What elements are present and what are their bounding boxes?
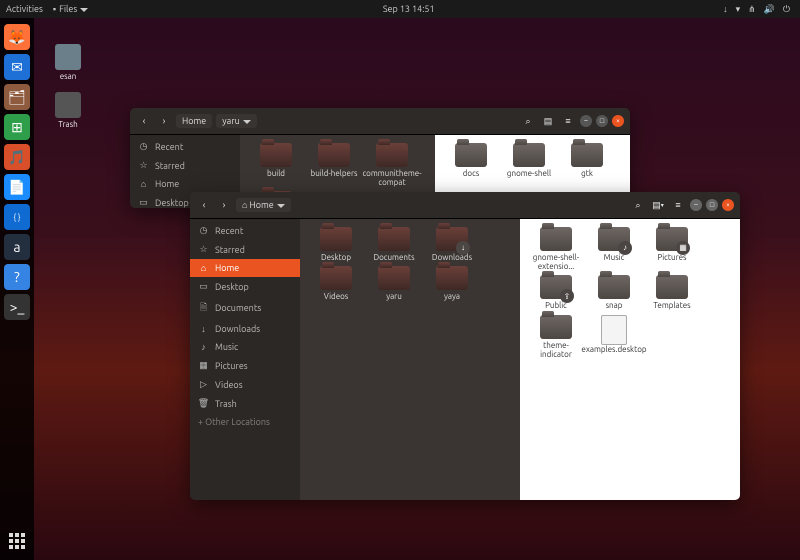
folder-item[interactable]: Videos	[308, 266, 364, 301]
search-icon[interactable]: ⌕	[520, 113, 536, 129]
folder-pane-light[interactable]: gnome-shell-extensio...♪Music▦Pictures ⇪P…	[520, 219, 740, 500]
hamburger-icon[interactable]: ≡	[560, 113, 576, 129]
maximize-button[interactable]: □	[596, 115, 608, 127]
folder-item[interactable]: communitheme-compat	[364, 143, 420, 187]
folder-item[interactable]: Desktop	[308, 227, 364, 262]
dock-app[interactable]: ✉	[4, 54, 30, 80]
sidebar-item[interactable]: ▷Videos	[190, 375, 300, 394]
clock-icon: ◷	[138, 141, 149, 152]
search-icon[interactable]: ⌕	[630, 197, 646, 213]
sidebar-item[interactable]: ☆Starred	[130, 156, 240, 175]
tray-icon[interactable]: ↓	[723, 4, 728, 14]
minimize-button[interactable]: –	[580, 115, 592, 127]
star-icon: ☆	[138, 160, 149, 171]
home-icon: ⌂	[138, 179, 149, 189]
desktop[interactable]: 🦊✉🗂⊞🎵📄{ }a?>_ esanTrash ‹ › Home yaru ⌕ …	[0, 18, 800, 560]
dock-app[interactable]: 📄	[4, 174, 30, 200]
tray-power-icon[interactable]: ⏻	[783, 4, 790, 15]
sidebar: ◷Recent☆Starred⌂Home▭Desktop🗎Documents↓D…	[190, 219, 300, 500]
folder-item[interactable]: ▦Pictures	[644, 227, 700, 271]
desk-icon: ▭	[138, 197, 149, 208]
back-button[interactable]: ‹	[196, 197, 212, 213]
show-apps-button[interactable]	[4, 528, 30, 554]
breadcrumb[interactable]: yaru	[216, 114, 257, 128]
hamburger-icon[interactable]: ≡	[670, 197, 686, 213]
app-menu[interactable]: ▪Files	[53, 4, 88, 14]
folder-item[interactable]: gnome-shell-extensio...	[528, 227, 584, 271]
sidebar-item[interactable]: ☆Starred	[190, 240, 300, 259]
folder-item[interactable]: ↓Downloads	[424, 227, 480, 262]
folder-item[interactable]: Documents	[366, 227, 422, 262]
doc-icon: 🗎	[198, 300, 209, 316]
tray-icon[interactable]: ▾	[736, 4, 741, 15]
clock[interactable]: Sep 13 14:51	[383, 4, 435, 14]
dock-app[interactable]: 🦊	[4, 24, 30, 50]
view-toggle-icon[interactable]: ▤	[540, 113, 556, 129]
star-icon: ☆	[198, 244, 209, 255]
sidebar-item[interactable]: ◷Recent	[190, 221, 300, 240]
home-icon: ⌂	[198, 263, 209, 273]
folder-item[interactable]: theme-indicator	[528, 315, 584, 359]
dock-app[interactable]: { }	[4, 204, 30, 230]
view-toggle-icon[interactable]: ▤▾	[650, 197, 666, 213]
dock-app[interactable]: 🗂	[4, 84, 30, 110]
dock-app[interactable]: a	[4, 234, 30, 260]
dock-app[interactable]: ?	[4, 264, 30, 290]
folder-pane-dark[interactable]: DesktopDocuments↓Downloads Videosyaruyaya	[300, 219, 520, 500]
sidebar-item[interactable]: ♪Music	[190, 338, 300, 356]
dock-app[interactable]: >_	[4, 294, 30, 320]
folder-item[interactable]: ⇪Public	[528, 275, 584, 310]
minimize-button[interactable]: –	[690, 199, 702, 211]
folder-item[interactable]: yaya	[424, 266, 480, 301]
desktop-icon[interactable]: Trash	[48, 92, 88, 129]
folder-item[interactable]: yaru	[366, 266, 422, 301]
files-window-front[interactable]: ‹ › ⌂ Home ⌕ ▤▾ ≡ –□ × ◷Recent☆Starred⌂Ho…	[190, 192, 740, 500]
sidebar-item[interactable]: ↓Downloads	[190, 320, 300, 338]
dock-app[interactable]: 🎵	[4, 144, 30, 170]
folder-item[interactable]: snap	[586, 275, 642, 310]
sidebar-item[interactable]: 🗑Trash	[190, 394, 300, 413]
folder-item[interactable]: Templates	[644, 275, 700, 310]
sidebar-item[interactable]: ◷Recent	[130, 137, 240, 156]
trash-icon: 🗑	[198, 398, 209, 409]
sidebar-item[interactable]: 🗎Documents	[190, 296, 300, 320]
maximize-button[interactable]: □	[706, 199, 718, 211]
sidebar-item[interactable]: ⌂Home	[190, 259, 300, 277]
top-bar: Activities ▪Files Sep 13 14:51 ↓ ▾ ⋔ 🔊 ⏻	[0, 0, 800, 18]
other-locations[interactable]: + Other Locations	[190, 413, 300, 431]
folder-item[interactable]: gtk	[559, 143, 615, 178]
tray-network-icon[interactable]: ⋔	[748, 4, 756, 15]
sidebar-item[interactable]: ▦Pictures	[190, 356, 300, 375]
forward-button[interactable]: ›	[156, 113, 172, 129]
vid-icon: ▷	[198, 379, 209, 390]
sidebar-item[interactable]: ▭Desktop	[190, 277, 300, 296]
dock: 🦊 ✉ 🗂 ⊞ 🎵 📄 { } a? >_	[0, 18, 34, 560]
tray-volume-icon[interactable]: 🔊	[764, 4, 775, 15]
folder-item[interactable]: ♪Music	[586, 227, 642, 271]
breadcrumb[interactable]: Home	[176, 114, 212, 128]
music-icon: ♪	[198, 342, 209, 352]
dock-app[interactable]: ⊞	[4, 114, 30, 140]
back-button[interactable]: ‹	[136, 113, 152, 129]
activities-button[interactable]: Activities	[6, 4, 43, 14]
folder-item[interactable]: build	[248, 143, 304, 187]
sidebar-item[interactable]: ⌂Home	[130, 175, 240, 193]
file-item[interactable]: examples.desktop	[586, 315, 642, 359]
clock-icon: ◷	[198, 225, 209, 236]
pic-icon: ▦	[198, 360, 209, 371]
desk-icon: ▭	[198, 281, 209, 292]
close-button[interactable]: ×	[722, 199, 734, 211]
desktop-icon[interactable]: esan	[48, 44, 88, 81]
close-button[interactable]: ×	[612, 115, 624, 127]
folder-item[interactable]: build-helpers	[306, 143, 362, 187]
folder-item[interactable]: gnome-shell	[501, 143, 557, 178]
breadcrumb[interactable]: ⌂ Home	[236, 198, 291, 212]
folder-item[interactable]: docs	[443, 143, 499, 178]
down-icon: ↓	[198, 324, 209, 334]
forward-button[interactable]: ›	[216, 197, 232, 213]
